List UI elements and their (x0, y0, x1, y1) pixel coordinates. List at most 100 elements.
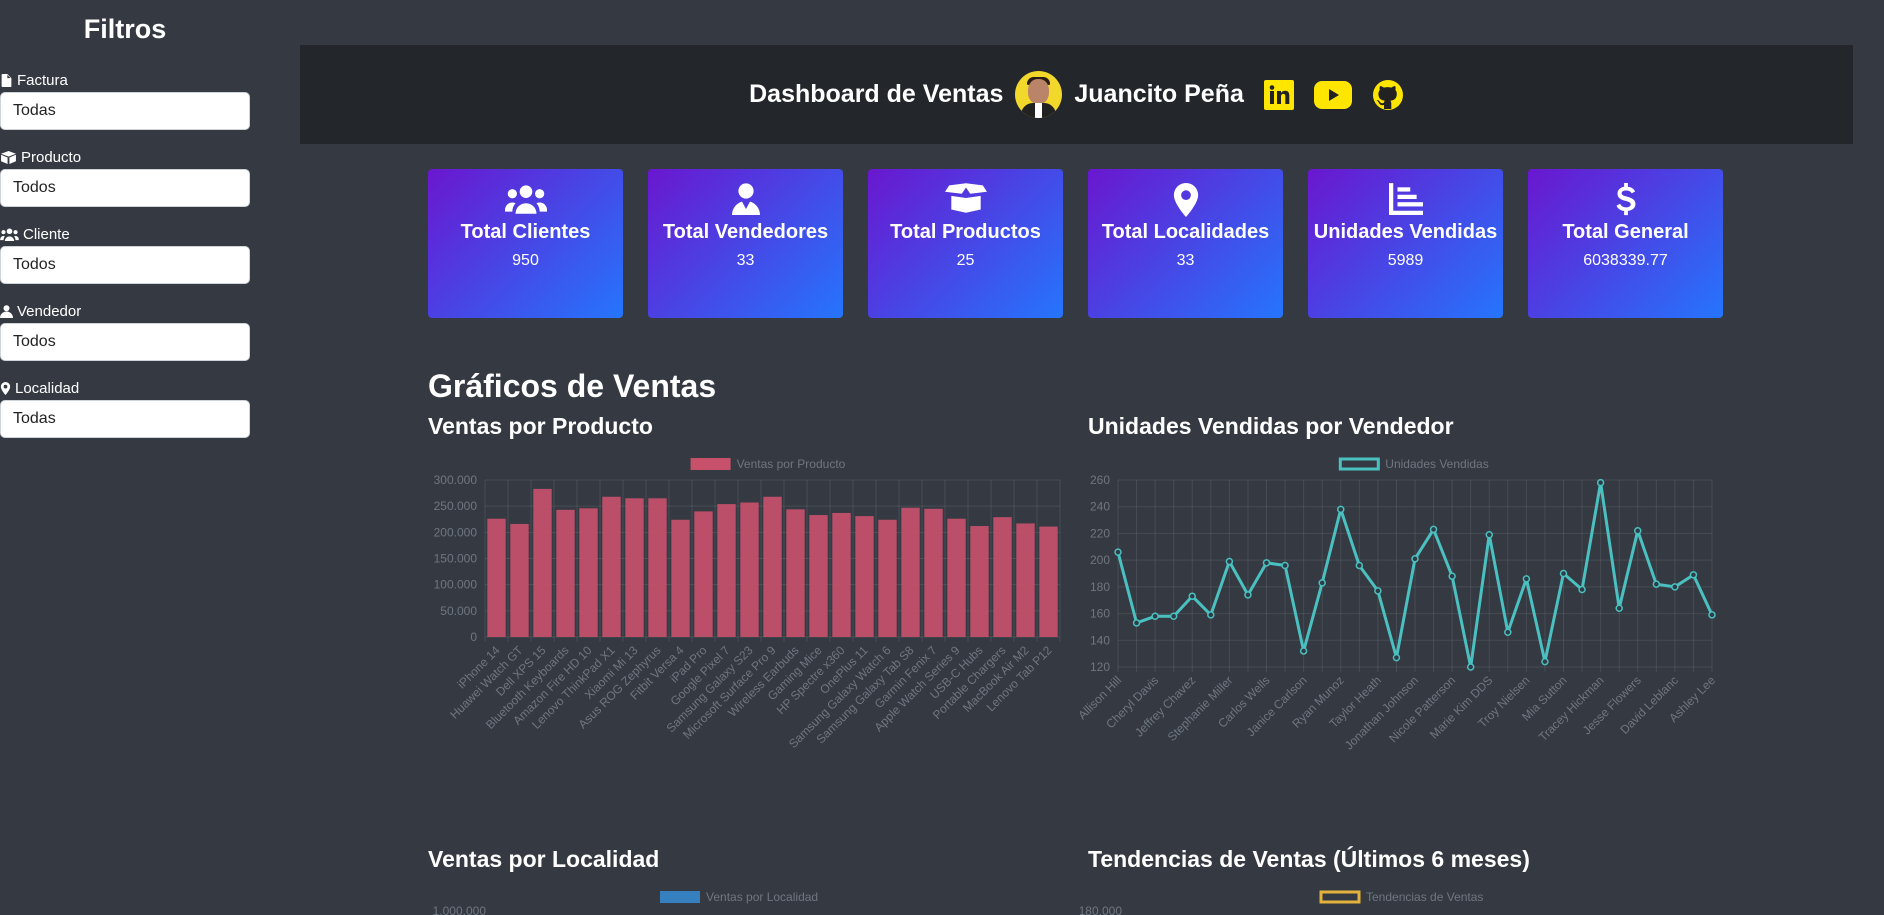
data-point (1374, 587, 1382, 595)
youtube-icon[interactable] (1313, 80, 1352, 109)
filter-label: Cliente (23, 225, 70, 243)
data-point (1541, 657, 1549, 666)
card-value: 25 (956, 252, 975, 269)
filter-vendedor: Vendedor Todos (0, 302, 250, 361)
box-open-icon (944, 183, 987, 213)
bar (740, 502, 759, 637)
data-point (1355, 561, 1364, 570)
filter-label: Localidad (15, 379, 80, 397)
y-tick-label: 240 (1090, 500, 1110, 514)
bar (786, 509, 805, 637)
legend-label: Tendencias de Ventas (1366, 890, 1483, 904)
chart-ventas-por-localidad: Ventas por Localidad 1.000.000 (433, 890, 818, 915)
legend-swatch (690, 458, 731, 470)
card-value: 950 (512, 252, 539, 269)
data-point (1262, 559, 1271, 567)
data-point (1615, 604, 1623, 612)
cliente-select[interactable]: Todos (0, 246, 250, 284)
filter-producto: Producto Todos (0, 148, 250, 207)
producto-select[interactable]: Todos (0, 169, 250, 207)
localidad-select[interactable]: Todas (0, 400, 250, 438)
data-point (1114, 548, 1122, 556)
bar (878, 519, 897, 637)
card-total-vendedores: Total Vendedores 33 (648, 169, 843, 318)
bar (1039, 526, 1058, 637)
legend-label: Ventas por Localidad (706, 890, 818, 904)
data-point (1299, 647, 1308, 655)
data-point (1559, 569, 1568, 578)
bar (947, 518, 966, 637)
bar (809, 515, 828, 637)
bar (556, 509, 575, 637)
bar (510, 523, 529, 637)
bar (671, 519, 690, 637)
bar (924, 508, 943, 637)
y-tick-label: 140 (1090, 633, 1110, 647)
legend-label: Ventas por Producto (737, 457, 846, 471)
data-point (1318, 579, 1326, 587)
dashboard-header: Dashboard de Ventas Juancito Peña (300, 45, 1853, 144)
card-total-localidades: Total Localidades 33 (1088, 169, 1283, 318)
bar (832, 512, 851, 637)
data-point (1485, 531, 1493, 539)
y-tick-label: 300.000 (434, 473, 478, 487)
data-point (1392, 653, 1401, 662)
y-tick-label: 250.000 (434, 499, 478, 513)
bar (648, 498, 667, 637)
card-total-productos: Total Productos 25 (868, 169, 1063, 318)
data-point (1207, 611, 1215, 619)
data-point (1466, 663, 1475, 671)
y-tick-label: 100.000 (434, 578, 478, 592)
y-tick-label: 220 (1090, 526, 1110, 540)
bar (970, 526, 989, 637)
data-point (1634, 527, 1642, 535)
data-point (1225, 557, 1234, 566)
y-tick-label: 180 (1090, 580, 1110, 594)
chart-bars-icon (1388, 183, 1423, 215)
avatar (1015, 71, 1063, 118)
factura-select[interactable]: Todas (0, 92, 250, 130)
vendedor-select[interactable]: Todos (0, 323, 250, 361)
x-tick-label: Stephanie Miller (1165, 673, 1236, 744)
card-value: 33 (1176, 252, 1195, 269)
dashboard-title: Dashboard de Ventas (749, 80, 1004, 108)
data-point (1671, 583, 1679, 591)
bar (993, 517, 1012, 637)
filter-label: Factura (17, 71, 68, 89)
x-tick-label: Nicole Patterson (1386, 673, 1458, 745)
card-title: Total Clientes (460, 221, 591, 243)
linkedin-icon[interactable] (1263, 79, 1294, 110)
y-tick-label: 150.000 (434, 552, 478, 566)
y-tick-label: 200.000 (434, 525, 478, 539)
bar (855, 516, 874, 637)
section-title: Gráficos de Ventas (428, 368, 717, 404)
card-value: 6038339.77 (1583, 252, 1668, 269)
data-point (1411, 555, 1419, 563)
user-icon (0, 304, 13, 318)
box-icon (1, 150, 16, 164)
user-tie-icon (731, 183, 760, 215)
data-point (1281, 561, 1289, 570)
chart-tendencias-de-ventas: Tendencias de Ventas 180.000 (1080, 890, 1483, 915)
author-name: Juancito Peña (1074, 80, 1244, 108)
bar (901, 507, 920, 637)
users-icon (504, 185, 547, 214)
data-point (1429, 525, 1438, 534)
data-point (1652, 580, 1661, 588)
dollar-icon (1616, 183, 1635, 216)
bar (533, 488, 552, 637)
chart-ventas-por-producto: Ventas por Producto 0 50.000 100.000 150.000… (434, 457, 1061, 751)
y-tick-label: 160 (1090, 607, 1110, 621)
legend-swatch (660, 891, 700, 903)
y-tick-label: 1.000.000 (433, 904, 487, 915)
bar (694, 511, 713, 637)
chart-title-producto: Ventas por Producto (428, 413, 653, 439)
chart-title-tendencias: Tendencias de Ventas (Últimos 6 meses) (1088, 846, 1530, 872)
data-point (1132, 619, 1141, 627)
github-icon[interactable] (1372, 79, 1404, 111)
bar (487, 518, 506, 637)
data-point (1504, 628, 1512, 637)
sidebar-title: Filtros (83, 14, 167, 44)
card-value: 5989 (1387, 252, 1424, 269)
data-point (1151, 612, 1159, 620)
